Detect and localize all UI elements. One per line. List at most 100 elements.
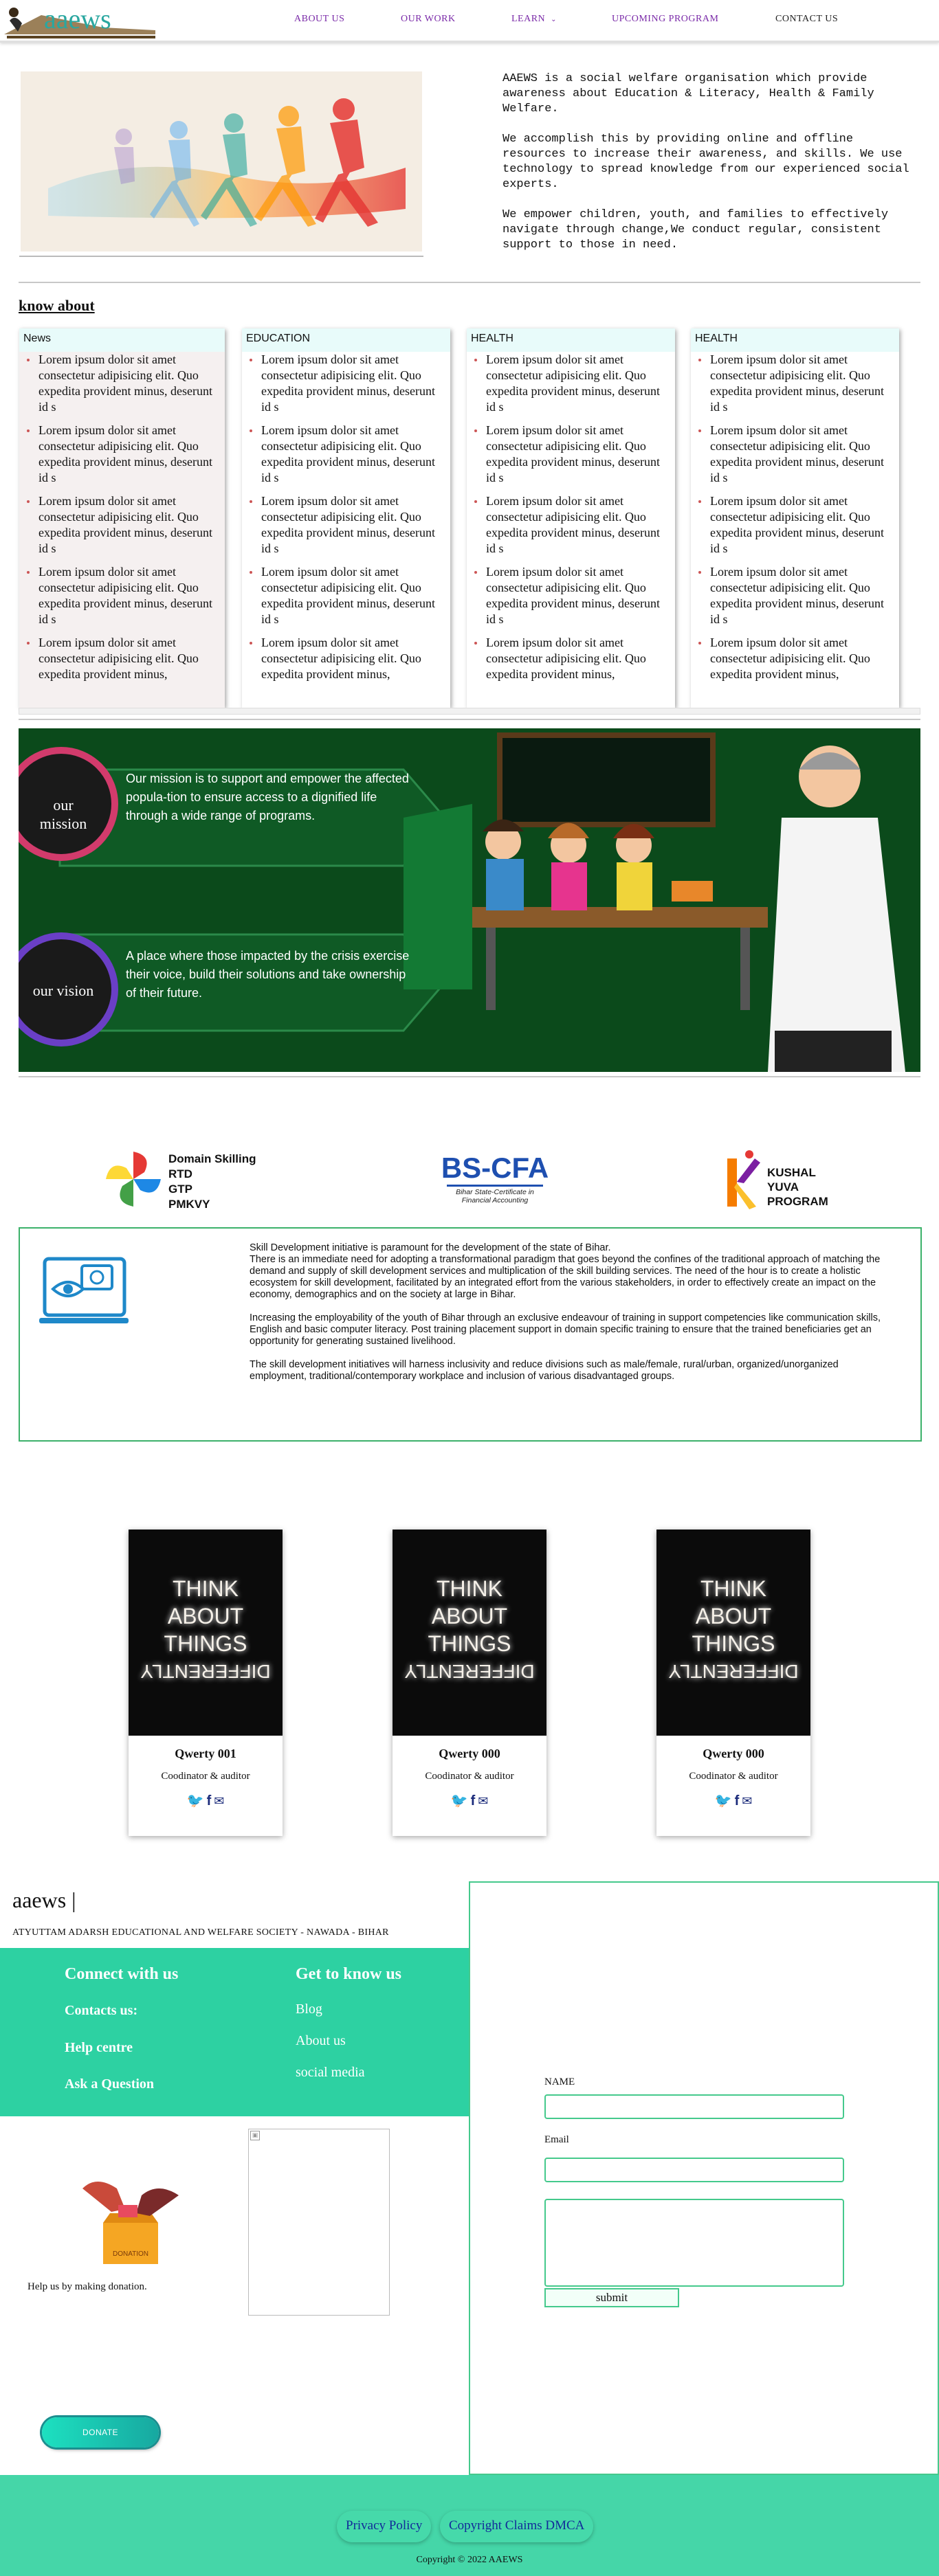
intro-text: AAEWS is a social welfare organisation w… (502, 71, 915, 268)
member-role: Coodinator & auditor (689, 1771, 778, 1782)
list-item[interactable]: Lorem ipsum dolor sit amet consectetur a… (472, 635, 670, 682)
facebook-icon[interactable]: f (735, 1793, 740, 1808)
team-card[interactable]: THINK ABOUT THINGS DIFFERENTLY Qwerty 00… (129, 1530, 283, 1836)
nav-our-work[interactable]: OUR WORK (401, 14, 456, 25)
dmca-link[interactable]: Copyright Claims DMCA (440, 2511, 594, 2542)
social-icons: 🐦 f ✉ (656, 1792, 810, 1808)
member-role: Coodinator & auditor (425, 1771, 514, 1782)
list-item[interactable]: Lorem ipsum dolor sit amet consectetur a… (25, 493, 219, 557)
kushal-yuva-logo[interactable]: KUSHAL YUVA PROGRAM (722, 1149, 846, 1218)
poster-line: THINGS (164, 1631, 247, 1656)
horizontal-scrollbar[interactable] (19, 708, 920, 715)
donate-button[interactable]: DONATE (42, 2417, 159, 2448)
contacts-link[interactable]: Contacts us: (65, 2003, 137, 2019)
footer-links-band: Connect with us Contacts us: Help centre… (0, 1948, 469, 2116)
nav-upcoming-program[interactable]: UPCOMING PROGRAM (612, 14, 718, 25)
bscfa-logo[interactable]: BS-CFA Bihar State-Certificate in Financ… (440, 1153, 550, 1215)
list-item[interactable]: Lorem ipsum dolor sit amet consectetur a… (25, 635, 219, 682)
list-item[interactable]: Lorem ipsum dolor sit amet consectetur a… (25, 423, 219, 486)
broken-image-icon: ▣ (250, 2131, 260, 2140)
domain-skilling-logo[interactable]: Domain Skilling RTD GTP PMKVY (103, 1149, 282, 1218)
column-scroll-body[interactable]: Lorem ipsum dolor sit amet consectetur a… (467, 352, 675, 708)
name-label: NAME (544, 2076, 575, 2087)
mail-icon[interactable]: ✉ (214, 1794, 224, 1808)
column-scroll-body[interactable]: Lorem ipsum dolor sit amet consectetur a… (19, 352, 225, 708)
column-scroll-body[interactable]: Lorem ipsum dolor sit amet consectetur a… (691, 352, 899, 708)
list-item[interactable]: Lorem ipsum dolor sit amet consectetur a… (696, 564, 894, 627)
skill-line: demand and supply of skill development s… (250, 1266, 876, 1300)
list-item[interactable]: Lorem ipsum dolor sit amet consectetur a… (247, 423, 445, 486)
donation-text: Help us by making donation. (27, 2281, 147, 2292)
think-differently-poster: THINK ABOUT THINGS DIFFERENTLY (656, 1530, 810, 1736)
nav-learn-label: LEARN (511, 14, 546, 24)
poster-line: THINK (173, 1576, 239, 1601)
privacy-policy-link[interactable]: Privacy Policy (337, 2511, 432, 2542)
think-differently-poster: THINK ABOUT THINGS DIFFERENTLY (393, 1530, 546, 1736)
nav-learn[interactable]: LEARN ⌄ (511, 14, 557, 25)
logo-line: RTD (168, 1167, 192, 1180)
skill-paragraph: Increasing the employability of the yout… (250, 1312, 881, 1347)
facebook-icon[interactable]: f (471, 1793, 476, 1808)
list-item[interactable]: Lorem ipsum dolor sit amet consectetur a… (472, 564, 670, 627)
message-textarea[interactable] (544, 2199, 844, 2287)
name-input[interactable] (544, 2094, 844, 2119)
ask-question-link[interactable]: Ask a Question (65, 2076, 154, 2092)
list-item[interactable]: Lorem ipsum dolor sit amet consectetur a… (25, 352, 219, 415)
logo-line: PMKVY (168, 1198, 210, 1211)
mail-icon[interactable]: ✉ (478, 1794, 488, 1808)
know-about-heading: know about (19, 297, 95, 314)
list-item[interactable]: Lorem ipsum dolor sit amet consectetur a… (696, 493, 894, 557)
list-item[interactable]: Lorem ipsum dolor sit amet consectetur a… (696, 423, 894, 486)
team-card[interactable]: THINK ABOUT THINGS DIFFERENTLY Qwerty 00… (393, 1530, 546, 1836)
mail-icon[interactable]: ✉ (742, 1794, 752, 1808)
facebook-icon[interactable]: f (207, 1793, 212, 1808)
column-health-2: HEALTH Lorem ipsum dolor sit amet consec… (691, 328, 899, 708)
column-header: EDUCATION (242, 328, 450, 352)
poster-line: ABOUT (695, 1604, 772, 1628)
chevron-down-icon: ⌄ (551, 16, 557, 23)
list-item[interactable]: Lorem ipsum dolor sit amet consectetur a… (247, 635, 445, 682)
poster-line: THINK (437, 1576, 502, 1601)
section-divider (19, 282, 920, 283)
know-about-columns: News Lorem ipsum dolor sit amet consecte… (19, 328, 921, 708)
pinwheel-icon (106, 1152, 161, 1207)
list-item[interactable]: Lorem ipsum dolor sit amet consectetur a… (25, 564, 219, 627)
page-footer: Privacy Policy Copyright Claims DMCA Cop… (0, 2475, 939, 2576)
logo[interactable]: aaews (0, 0, 158, 43)
submit-button[interactable]: submit (544, 2288, 679, 2307)
list-item[interactable]: Lorem ipsum dolor sit amet consectetur a… (247, 352, 445, 415)
poster-line: ABOUT (167, 1604, 244, 1628)
twitter-icon[interactable]: 🐦 (451, 1792, 468, 1808)
poster-line: DIFFERENTLY (404, 1661, 535, 1682)
column-header: HEALTH (467, 328, 675, 352)
social-media-link[interactable]: social media (296, 2065, 365, 2081)
twitter-icon[interactable]: 🐦 (187, 1792, 204, 1808)
list-item[interactable]: Lorem ipsum dolor sit amet consectetur a… (472, 423, 670, 486)
nav-about-us[interactable]: ABOUT US (294, 14, 344, 25)
intro-paragraph: AAEWS is a social welfare organisation w… (502, 72, 874, 115)
column-scroll-body[interactable]: Lorem ipsum dolor sit amet consectetur a… (242, 352, 450, 708)
list-item[interactable]: Lorem ipsum dolor sit amet consectetur a… (472, 493, 670, 557)
broken-image-placeholder: ▣ (248, 2129, 390, 2316)
logo-line: YUVA (767, 1180, 799, 1194)
list-item[interactable]: Lorem ipsum dolor sit amet consectetur a… (247, 564, 445, 627)
mission-label: our mission (39, 796, 87, 832)
list-item[interactable]: Lorem ipsum dolor sit amet consectetur a… (472, 352, 670, 415)
vision-label: our vision (32, 982, 94, 999)
member-role: Coodinator & auditor (161, 1771, 250, 1782)
list-item[interactable]: Lorem ipsum dolor sit amet consectetur a… (247, 493, 445, 557)
twitter-icon[interactable]: 🐦 (715, 1792, 732, 1808)
help-centre-link[interactable]: Help centre (65, 2040, 133, 2056)
skill-development-box: Skill Development initiative is paramoun… (19, 1227, 922, 1442)
list-item[interactable]: Lorem ipsum dolor sit amet consectetur a… (696, 352, 894, 415)
contact-form: NAME Email submit (469, 1881, 939, 2475)
email-input[interactable] (544, 2158, 844, 2182)
logo-line: GTP (168, 1183, 192, 1196)
column-news: News Lorem ipsum dolor sit amet consecte… (19, 328, 225, 708)
nav-contact-us[interactable]: CONTACT US (775, 14, 838, 25)
team-card[interactable]: THINK ABOUT THINGS DIFFERENTLY Qwerty 00… (656, 1530, 810, 1836)
list-item[interactable]: Lorem ipsum dolor sit amet consectetur a… (696, 635, 894, 682)
about-us-link[interactable]: About us (296, 2033, 346, 2049)
member-name: Qwerty 000 (439, 1747, 500, 1760)
blog-link[interactable]: Blog (296, 2002, 322, 2017)
